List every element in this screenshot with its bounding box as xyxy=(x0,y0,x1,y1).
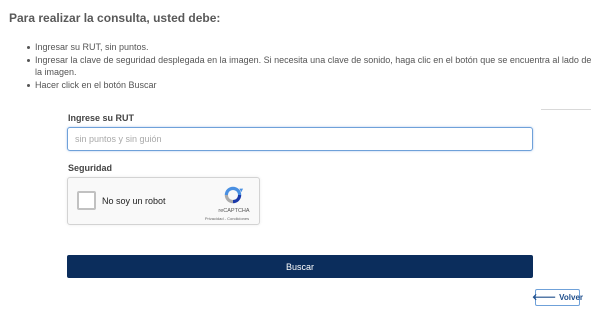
divider xyxy=(541,109,591,110)
search-button[interactable]: Buscar xyxy=(67,255,533,278)
arrow-left-icon: 🡐 xyxy=(532,292,557,302)
instruction-item: Hacer click en el botón Buscar xyxy=(27,79,593,92)
security-label: Seguridad xyxy=(68,163,113,173)
recaptcha-links[interactable]: Privacidad - Condiciones xyxy=(194,216,260,221)
instruction-item: Ingresar su RUT, sin puntos. xyxy=(27,41,593,54)
rut-input[interactable] xyxy=(67,127,533,151)
recaptcha-checkbox[interactable] xyxy=(77,191,96,210)
page-heading: Para realizar la consulta, usted debe: xyxy=(9,11,221,25)
rut-query-page: Para realizar la consulta, usted debe: I… xyxy=(0,0,600,317)
instruction-item: Ingresar la clave de seguridad desplegad… xyxy=(27,54,593,79)
recaptcha-widget: No soy un robot reCAPTCHA Privacidad - C… xyxy=(67,177,260,225)
recaptcha-brand: reCAPTCHA xyxy=(218,208,250,214)
instructions-list: Ingresar su RUT, sin puntos. Ingresar la… xyxy=(27,41,593,91)
back-button[interactable]: 🡐 Volver xyxy=(532,289,584,306)
rut-label: Ingrese su RUT xyxy=(68,113,135,123)
recaptcha-icon xyxy=(224,186,244,204)
back-button-label: Volver xyxy=(559,293,584,302)
recaptcha-label: No soy un robot xyxy=(102,196,166,206)
